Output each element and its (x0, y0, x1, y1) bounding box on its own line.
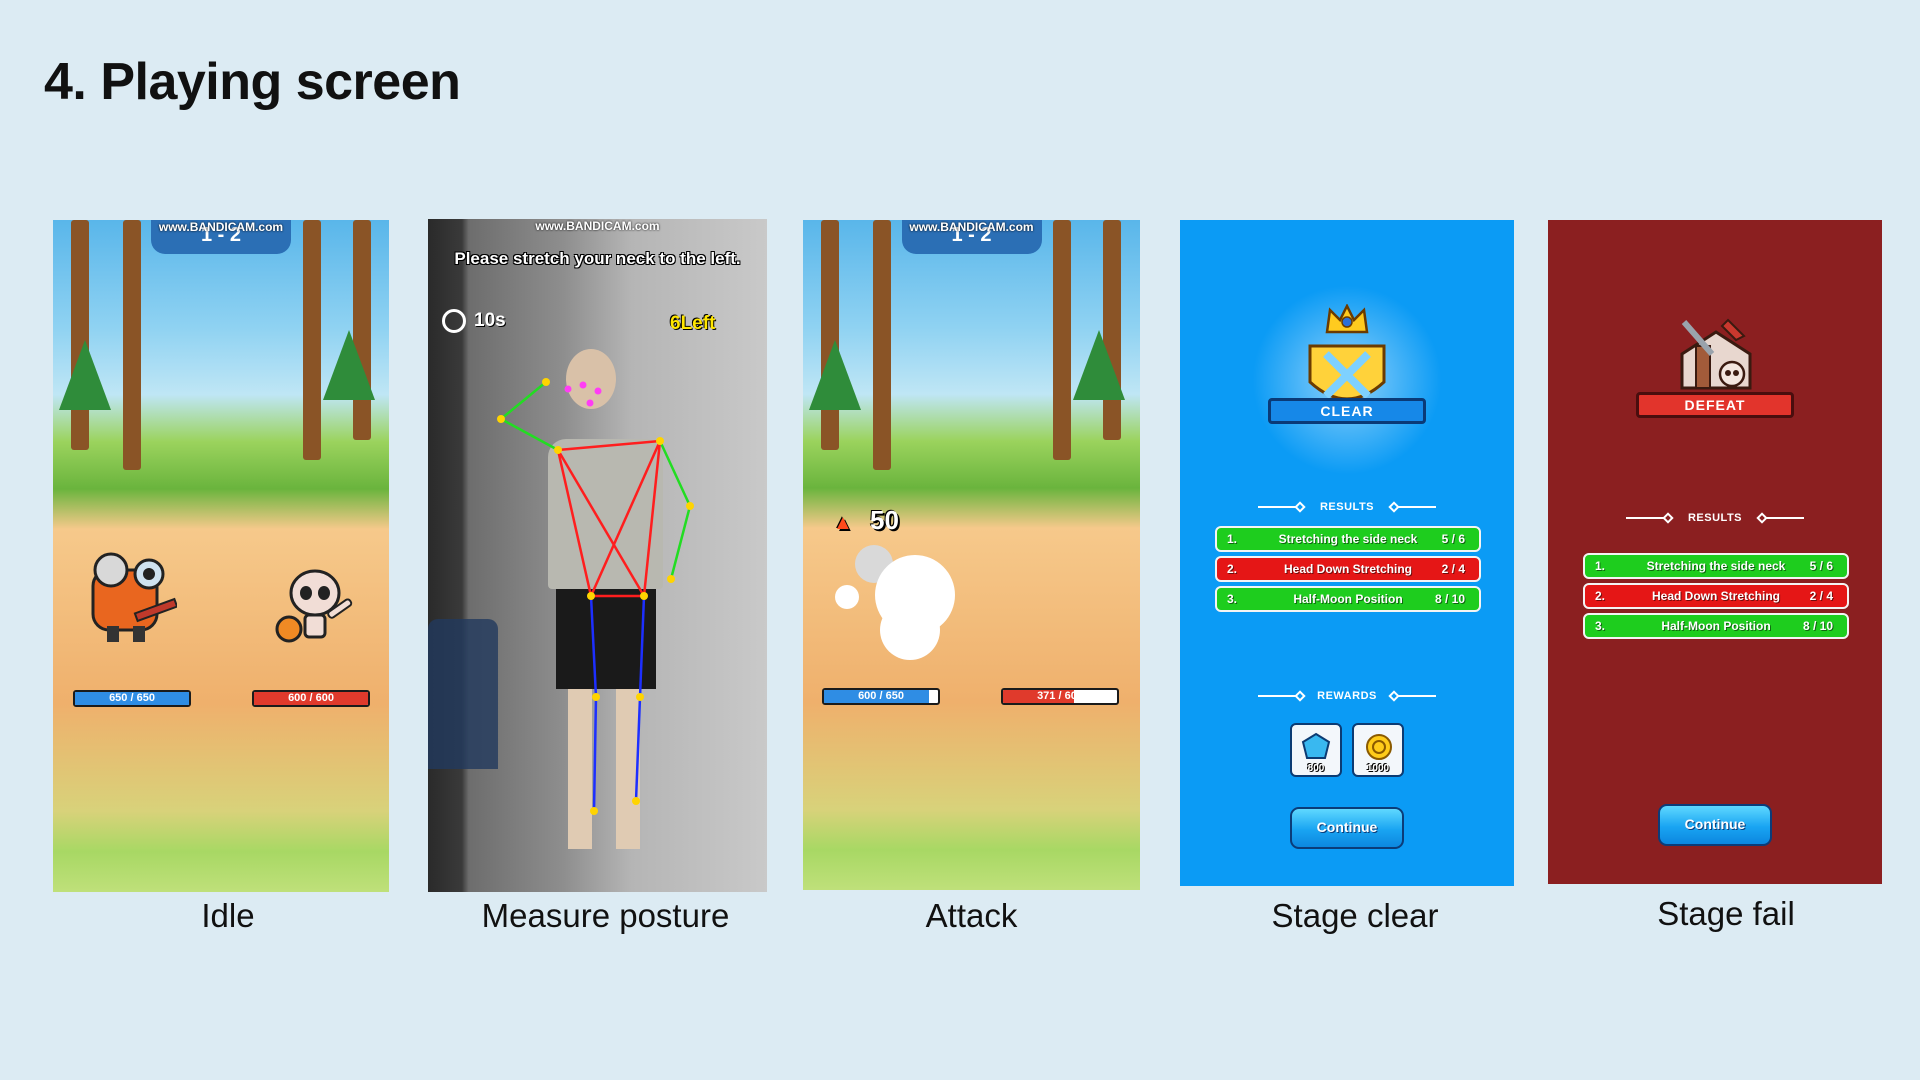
rewards-divider-right (1398, 695, 1436, 697)
gem-icon (1301, 732, 1331, 759)
result-score: 8 / 10 (1802, 619, 1833, 633)
reward-gem-amount: 800 (1307, 763, 1325, 774)
defeat-crest-icon (1680, 318, 1752, 390)
player-hp-bar: 650 / 650 (73, 690, 191, 707)
pose-skeleton-overlay (497, 378, 694, 815)
defeat-badge-text: DEFEAT (1684, 397, 1746, 413)
result-row: 2. Head Down Stretching 2 / 4 (1583, 583, 1849, 609)
results-label: RESULTS (1319, 501, 1375, 513)
player-hp-text: 650 / 650 (109, 692, 155, 704)
rewards-label: REWARDS (1317, 690, 1377, 702)
slide-title: 4. Playing screen (44, 53, 461, 111)
continue-button[interactable]: Continue (1290, 807, 1404, 849)
enemy-hp-text: 600 / 600 (288, 692, 334, 704)
continue-button[interactable]: Continue (1658, 804, 1772, 846)
reward-gem: 800 (1290, 723, 1342, 777)
results-divider-right (1766, 517, 1804, 519)
stage-clear-screen: CLEAR RESULTS 1. Stretching the side nec… (1180, 220, 1514, 886)
result-name: Stretching the side neck (1278, 532, 1418, 546)
stage-fail-screen: DEFEAT RESULTS 1. Stretching the side ne… (1548, 220, 1882, 884)
damage-value: 50 (870, 505, 899, 535)
damage-indicator: ▲ 50 (833, 505, 899, 536)
result-score: 2 / 4 (1441, 562, 1465, 576)
attack-smoke-cloud (835, 540, 965, 670)
idle-screen: 1 - 2 www.BANDICAM.com 650 / 650 600 / 6… (53, 220, 389, 892)
results-label: RESULTS (1687, 512, 1743, 524)
result-row: 2. Head Down Stretching 2 / 4 (1215, 556, 1481, 582)
clear-badge-text: CLEAR (1320, 403, 1374, 419)
result-score: 8 / 10 (1434, 592, 1465, 606)
caption-idle: Idle (201, 897, 255, 934)
enemy-hp-bar: 371 / 600 (1001, 688, 1119, 705)
enemy-skeleton (275, 569, 353, 643)
posture-screen: www.BANDICAM.com Please stretch your nec… (428, 219, 767, 892)
fire-icon: ▲ (833, 512, 853, 534)
caption-fail: Stage fail (1657, 895, 1795, 932)
coin-icon (1366, 734, 1392, 760)
result-row: 1. Stretching the side neck 5 / 6 (1583, 553, 1849, 579)
enemy-hp-bar: 600 / 600 (252, 690, 370, 707)
defeat-ribbon: DEFEAT (1636, 392, 1794, 418)
result-row: 3. Half-Moon Position 8 / 10 (1215, 586, 1481, 612)
result-name: Head Down Stretching (1283, 562, 1412, 576)
reward-coin: 1000 (1352, 723, 1404, 777)
watermark: www.BANDICAM.com (909, 220, 1034, 234)
caption-clear: Stage clear (1271, 897, 1439, 934)
result-score: 5 / 6 (1809, 559, 1833, 573)
result-score: 5 / 6 (1441, 532, 1465, 546)
caption-posture: Measure posture (481, 897, 730, 934)
player-hp-text: 600 / 650 (858, 690, 904, 702)
clear-ribbon: CLEAR (1268, 398, 1426, 424)
clear-crown-icon (1325, 304, 1369, 334)
player-character (91, 552, 177, 642)
result-score: 2 / 4 (1809, 589, 1833, 603)
enemy-hp-text: 371 / 600 (1037, 690, 1083, 702)
attack-screen: 1 - 2 www.BANDICAM.com ▲ 50 600 / 650 37… (803, 220, 1140, 890)
result-name: Head Down Stretching (1651, 589, 1780, 603)
result-row: 1. Stretching the side neck 5 / 6 (1215, 526, 1481, 552)
result-row: 3. Half-Moon Position 8 / 10 (1583, 613, 1849, 639)
player-hp-bar: 600 / 650 (822, 688, 940, 705)
watermark: www.BANDICAM.com (158, 220, 284, 234)
caption-attack: Attack (925, 897, 1018, 934)
results-divider-right (1398, 506, 1436, 508)
result-name: Stretching the side neck (1646, 559, 1786, 573)
reward-coin-amount: 1000 (1366, 763, 1390, 774)
